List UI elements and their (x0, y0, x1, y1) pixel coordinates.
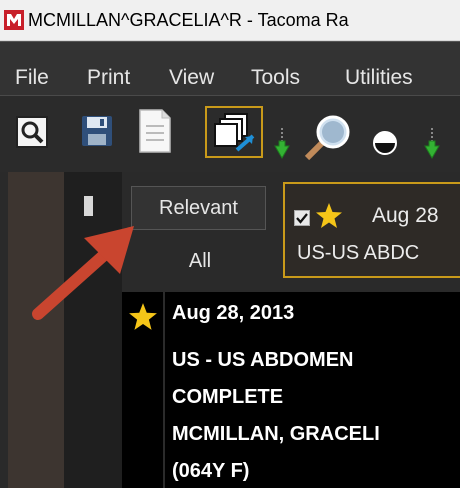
application-window: MCMILLAN^GRACELIA^R - Tacoma Ra File Pri… (0, 0, 460, 488)
annotation-arrow (32, 226, 134, 320)
